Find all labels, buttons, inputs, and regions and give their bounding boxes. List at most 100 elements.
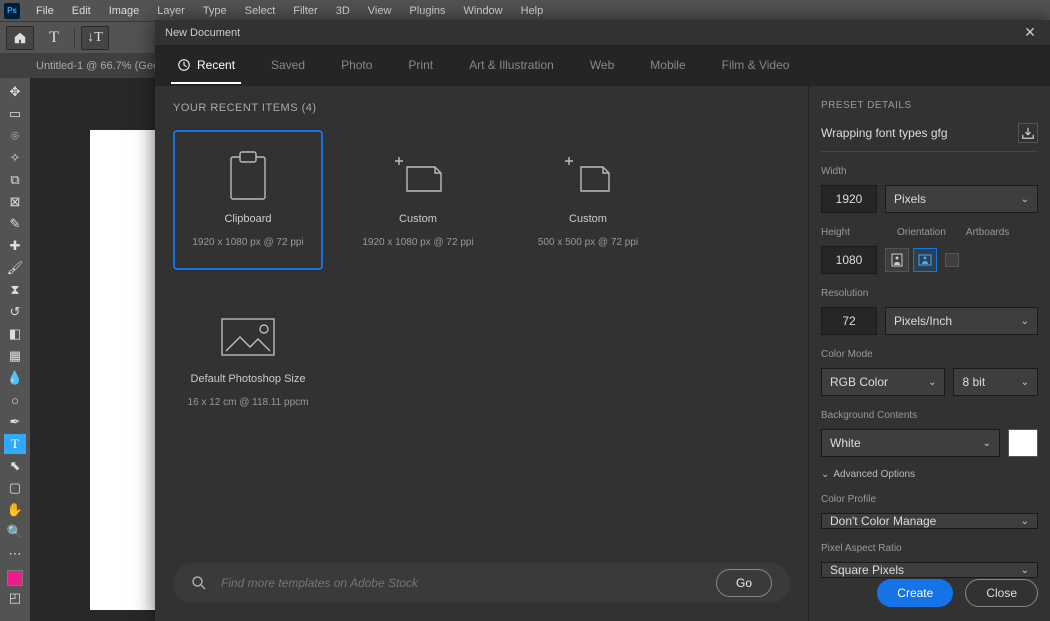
resolution-input[interactable] [821,307,877,335]
more-tools-icon[interactable]: ⋯ [4,544,26,564]
colorprofile-label: Color Profile [821,494,1038,505]
bitdepth-select[interactable]: 8 bit⌄ [953,368,1038,396]
brush-tool-icon[interactable]: 🖌 [4,258,26,278]
wand-tool-icon[interactable]: ✧ [4,148,26,168]
lasso-tool-icon[interactable]: ⌾ [4,126,26,146]
type-orientation-icon[interactable]: ↓T [81,26,109,50]
tab-print[interactable]: Print [402,48,439,84]
bgcontents-label: Background Contents [821,410,1038,421]
tools-panel: ✥ ▭ ⌾ ✧ ⧉ ⊠ ✎ ✚ 🖌 ⧗ ↺ ◧ ▦ 💧 ○ ✒ T ⬉ ▢ ✋ … [0,78,30,621]
stamp-tool-icon[interactable]: ⧗ [4,280,26,300]
hand-tool-icon[interactable]: ✋ [4,500,26,520]
orientation-label: Orientation [897,227,946,238]
path-select-icon[interactable]: ⬉ [4,456,26,476]
artboards-checkbox[interactable] [945,253,959,267]
height-label: Height [821,227,877,238]
type-tool-icon[interactable]: T [4,434,26,454]
recent-items-header: YOUR RECENT ITEMS (4) [155,86,808,122]
marquee-tool-icon[interactable]: ▭ [4,104,26,124]
resolution-unit-select[interactable]: Pixels/Inch⌄ [885,307,1038,335]
pen-tool-icon[interactable]: ✒ [4,412,26,432]
tab-recent[interactable]: Recent [171,48,241,84]
tab-art[interactable]: Art & Illustration [463,48,560,84]
pixelaspect-label: Pixel Aspect Ratio [821,543,1038,554]
gradient-tool-icon[interactable]: ▦ [4,346,26,366]
template-search-input[interactable] [221,576,702,590]
preset-title: Default Photoshop Size [191,373,306,385]
chevron-down-icon: ⌄ [1021,194,1029,205]
save-preset-icon[interactable] [1018,123,1038,143]
clipboard-icon [216,153,280,201]
new-document-dialog: New Document ✕ Recent Saved Photo Print … [155,20,1050,621]
quickmask-icon[interactable]: ◰ [4,588,26,608]
menu-layer[interactable]: Layer [149,3,193,19]
foreground-color-swatch[interactable] [7,570,23,586]
menu-window[interactable]: Window [456,3,511,19]
eraser-tool-icon[interactable]: ◧ [4,324,26,344]
close-icon[interactable]: ✕ [1020,24,1040,41]
blur-tool-icon[interactable]: 💧 [4,368,26,388]
app-logo: Ps [4,3,20,19]
menu-plugins[interactable]: Plugins [401,3,453,19]
preset-title: Clipboard [224,213,271,225]
orientation-portrait[interactable] [885,248,909,272]
zoom-tool-icon[interactable]: 🔍 [4,522,26,542]
bgcontents-select[interactable]: White⌄ [821,429,1000,457]
tab-saved[interactable]: Saved [265,48,311,84]
width-input[interactable] [821,185,877,213]
menu-help[interactable]: Help [513,3,552,19]
preset-clipboard[interactable]: Clipboard 1920 x 1080 px @ 72 ppi [173,130,323,270]
colormode-label: Color Mode [821,349,1038,360]
dodge-tool-icon[interactable]: ○ [4,390,26,410]
search-icon [191,575,207,591]
presets-panel: YOUR RECENT ITEMS (4) Clipboard 1920 x 1… [155,86,808,621]
artboards-label: Artboards [966,227,1009,238]
chevron-down-icon: ⌄ [928,377,936,388]
custom-doc-icon [386,153,450,201]
menu-select[interactable]: Select [237,3,284,19]
preset-custom-1[interactable]: Custom 1920 x 1080 px @ 72 ppi [343,130,493,270]
dialog-titlebar: New Document ✕ [155,20,1050,46]
height-input[interactable] [821,246,877,274]
shape-tool-icon[interactable]: ▢ [4,478,26,498]
chevron-down-icon: ⌄ [1021,565,1029,576]
menu-type[interactable]: Type [195,3,235,19]
type-tool-icon[interactable]: T [40,26,68,50]
menu-image[interactable]: Image [101,3,148,19]
width-unit-select[interactable]: Pixels⌄ [885,185,1038,213]
menu-file[interactable]: File [28,3,62,19]
tab-film[interactable]: Film & Video [716,48,796,84]
tab-mobile[interactable]: Mobile [644,48,691,84]
tab-web[interactable]: Web [584,48,620,84]
move-tool-icon[interactable]: ✥ [4,82,26,102]
home-icon[interactable] [6,26,34,50]
go-button[interactable]: Go [716,569,772,597]
crop-tool-icon[interactable]: ⧉ [4,170,26,190]
tab-photo[interactable]: Photo [335,48,378,84]
chevron-down-icon: ⌄ [1021,516,1029,527]
advanced-options-toggle[interactable]: ⌄ Advanced Options [821,469,1038,480]
healing-tool-icon[interactable]: ✚ [4,236,26,256]
menu-filter[interactable]: Filter [285,3,325,19]
eyedropper-tool-icon[interactable]: ✎ [4,214,26,234]
chevron-down-icon: ⌄ [983,438,991,449]
history-brush-icon[interactable]: ↺ [4,302,26,322]
close-button[interactable]: Close [965,579,1038,607]
menu-edit[interactable]: Edit [64,3,99,19]
menu-view[interactable]: View [360,3,400,19]
frame-tool-icon[interactable]: ⊠ [4,192,26,212]
preset-default-ps[interactable]: Default Photoshop Size 16 x 12 cm @ 118.… [173,290,323,430]
preset-title: Custom [399,213,437,225]
colormode-select[interactable]: RGB Color⌄ [821,368,945,396]
preset-custom-2[interactable]: Custom 500 x 500 px @ 72 ppi [513,130,663,270]
dialog-title: New Document [165,27,240,39]
menu-3d[interactable]: 3D [328,3,358,19]
preset-subtitle: 16 x 12 cm @ 118.11 ppcm [188,397,309,408]
create-button[interactable]: Create [877,579,953,607]
pixelaspect-select[interactable]: Square Pixels⌄ [821,562,1038,578]
preset-name-input[interactable] [821,126,1010,140]
preset-subtitle: 500 x 500 px @ 72 ppi [538,237,638,248]
bgcolor-swatch[interactable] [1008,429,1038,457]
orientation-landscape[interactable] [913,248,937,272]
colorprofile-select[interactable]: Don't Color Manage⌄ [821,513,1038,529]
